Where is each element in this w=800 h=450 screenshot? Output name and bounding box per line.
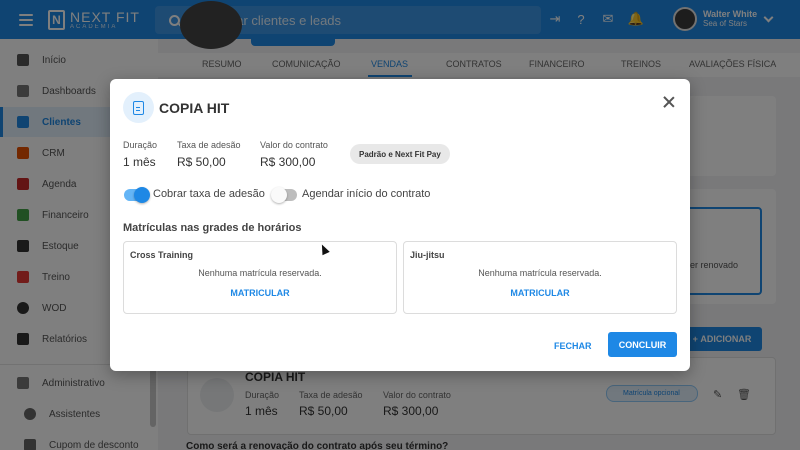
- schedule-empty-text: Nenhuma matrícula reservada.: [478, 268, 602, 278]
- schedule-card-jiu-jitsu: Jiu-jitsu Nenhuma matrícula reservada. M…: [403, 241, 677, 314]
- enroll-button[interactable]: MATRICULAR: [124, 288, 396, 298]
- plan-dialog: COPIA HIT Duração 1 mês Taxa de adesão R…: [110, 79, 690, 371]
- schedule-card-cross-training: Cross Training Nenhuma matrícula reserva…: [123, 241, 397, 314]
- payment-badge-text: Padrão e Next Fit Pay: [359, 149, 441, 159]
- close-button[interactable]: FECHAR: [546, 335, 600, 357]
- dialog-title: COPIA HIT: [159, 100, 230, 116]
- schedule-name: Jiu-jitsu: [410, 250, 445, 260]
- schedule-start-toggle-label: Agendar início do contrato: [302, 188, 431, 200]
- schedule-name: Cross Training: [130, 250, 194, 260]
- payment-badge: Padrão e Next Fit Pay: [350, 144, 450, 164]
- document-icon: [123, 92, 154, 123]
- schedule-empty-text: Nenhuma matrícula reservada.: [198, 268, 322, 278]
- section-title: Matrículas nas grades de horários: [123, 222, 302, 234]
- fee-value: R$ 50,00: [177, 155, 226, 169]
- fee-toggle-label: Cobrar taxa de adesão: [153, 188, 265, 200]
- contract-value: R$ 300,00: [260, 155, 316, 169]
- fee-label: Taxa de adesão: [177, 140, 241, 150]
- contract-label: Valor do contrato: [260, 140, 328, 150]
- confirm-button[interactable]: CONCLUIR: [608, 332, 677, 357]
- enroll-button[interactable]: MATRICULAR: [404, 288, 676, 298]
- duration-label: Duração: [123, 140, 158, 150]
- duration-value: 1 mês: [123, 155, 156, 169]
- schedule-start-toggle[interactable]: [271, 187, 297, 203]
- close-icon[interactable]: [661, 94, 677, 110]
- fee-toggle[interactable]: [124, 187, 150, 203]
